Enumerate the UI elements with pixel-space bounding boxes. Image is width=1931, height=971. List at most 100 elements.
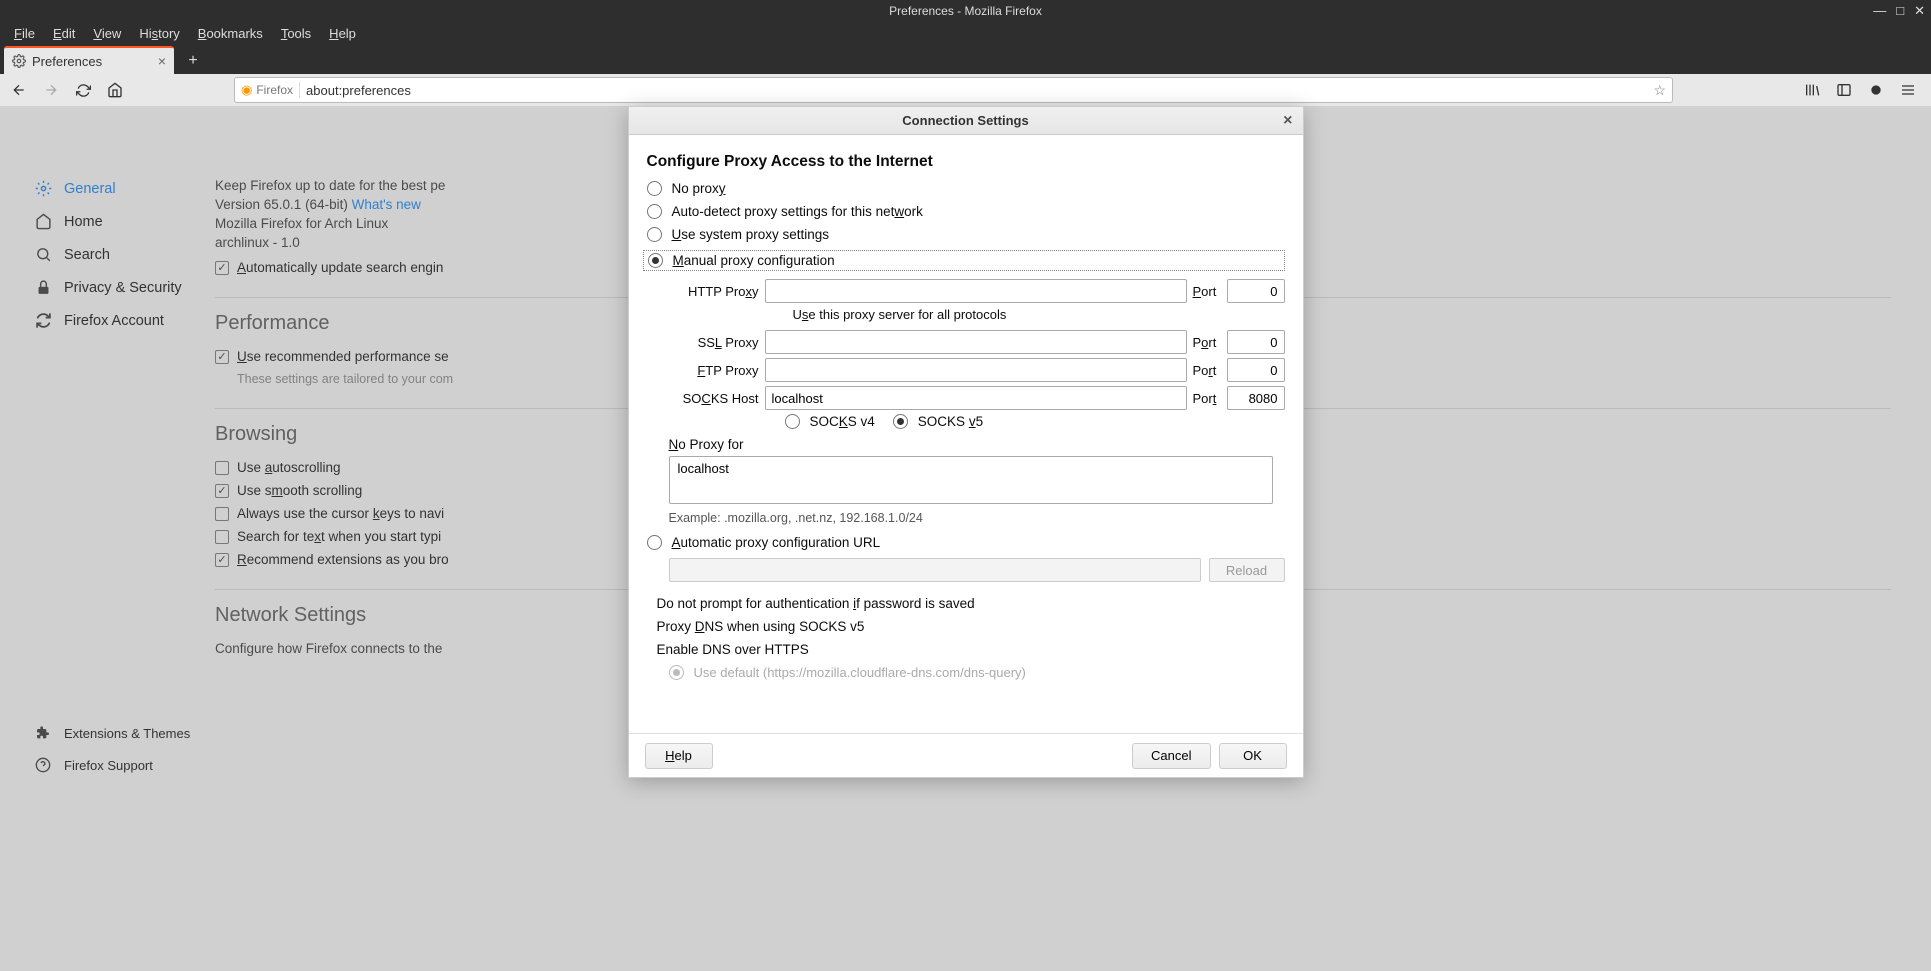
checkbox-enable-doh[interactable]: Enable DNS over HTTPS — [647, 642, 1285, 657]
radio-socks-v5[interactable]: SOCKS v5 — [893, 414, 983, 429]
menu-tools[interactable]: Tools — [273, 24, 319, 43]
window-title: Preferences - Mozilla Firefox — [889, 4, 1042, 18]
menu-bar: File Edit View History Bookmarks Tools H… — [0, 22, 1931, 44]
checkbox-label: Do not prompt for authentication if pass… — [657, 596, 975, 611]
connection-settings-dialog: Connection Settings × Configure Proxy Ac… — [628, 106, 1304, 778]
radio-icon — [893, 414, 908, 429]
radio-label: Use system proxy settings — [672, 227, 830, 242]
ftp-proxy-input[interactable] — [765, 358, 1187, 382]
ssl-proxy-label: SSL Proxy — [669, 335, 759, 350]
checkbox-label: Enable DNS over HTTPS — [657, 642, 809, 657]
checkbox-no-prompt-auth[interactable]: Do not prompt for authentication if pass… — [647, 596, 1285, 611]
tab-preferences[interactable]: Preferences × — [4, 46, 174, 74]
firefox-icon: ◉ — [241, 82, 252, 98]
radio-use-system[interactable]: Use system proxy settings — [647, 227, 1285, 242]
ftp-port-input[interactable] — [1227, 358, 1285, 382]
proxy-config-grid: HTTP Proxy Port Use this proxy server fo… — [669, 279, 1285, 429]
sidebar-button[interactable] — [1831, 77, 1857, 103]
menu-view[interactable]: View — [85, 24, 129, 43]
radio-label: SOCKS v5 — [918, 414, 983, 429]
library-button[interactable] — [1799, 77, 1825, 103]
port-label: Port — [1193, 284, 1221, 299]
dialog-heading: Configure Proxy Access to the Internet — [647, 153, 1285, 171]
no-proxy-example: Example: .mozilla.org, .net.nz, 192.168.… — [669, 511, 1285, 525]
help-button[interactable]: Help — [645, 743, 713, 769]
dialog-title: Connection Settings — [902, 113, 1028, 128]
url-bar[interactable]: ◉ Firefox about:preferences ☆ — [234, 77, 1673, 103]
socks-host-label: SOCKS Host — [669, 391, 759, 406]
url-text: about:preferences — [306, 83, 1647, 98]
back-button[interactable] — [6, 77, 32, 103]
checkbox-label: Use this proxy server for all protocols — [793, 307, 1007, 322]
http-proxy-input[interactable] — [765, 279, 1187, 303]
radio-icon — [648, 253, 663, 268]
socks-port-input[interactable] — [1227, 386, 1285, 410]
radio-auto-detect[interactable]: Auto-detect proxy settings for this netw… — [647, 204, 1285, 219]
dialog-close-button[interactable]: × — [1283, 112, 1292, 130]
radio-icon — [647, 181, 662, 196]
tab-title: Preferences — [32, 54, 102, 69]
dialog-header: Connection Settings × — [629, 107, 1303, 135]
radio-pac-url[interactable]: Automatic proxy configuration URL — [647, 535, 1285, 550]
socks-host-input[interactable] — [765, 386, 1187, 410]
radio-icon — [669, 665, 684, 680]
addon-button[interactable] — [1863, 77, 1889, 103]
port-label: Port — [1193, 363, 1221, 378]
radio-label: SOCKS v4 — [810, 414, 875, 429]
dialog-body: Configure Proxy Access to the Internet N… — [629, 135, 1303, 733]
radio-label: Use default (https://mozilla.cloudflare-… — [694, 665, 1026, 680]
no-proxy-section: No Proxy for localhost Example: .mozilla… — [647, 437, 1285, 525]
radio-no-proxy[interactable]: No proxy — [647, 181, 1285, 196]
dialog-footer: Help Cancel OK — [629, 733, 1303, 777]
gear-icon — [12, 54, 26, 68]
pac-url-input — [669, 558, 1201, 582]
radio-manual-proxy[interactable]: Manual proxy configuration — [643, 250, 1285, 271]
http-proxy-label: HTTP Proxy — [669, 284, 759, 299]
close-window-button[interactable]: ✕ — [1914, 3, 1925, 19]
checkbox-label: Proxy DNS when using SOCKS v5 — [657, 619, 865, 634]
menu-file[interactable]: File — [6, 24, 43, 43]
ftp-proxy-label: FTP Proxy — [669, 363, 759, 378]
reload-button[interactable] — [70, 77, 96, 103]
radio-label: Manual proxy configuration — [673, 253, 835, 268]
port-label: Port — [1193, 335, 1221, 350]
forward-button[interactable] — [38, 77, 64, 103]
reload-button: Reload — [1209, 558, 1285, 582]
cancel-button[interactable]: Cancel — [1132, 743, 1210, 769]
radio-label: No proxy — [672, 181, 726, 196]
tab-close-button[interactable]: × — [158, 53, 166, 69]
http-port-input[interactable] — [1227, 279, 1285, 303]
app-menu-button[interactable] — [1895, 77, 1921, 103]
radio-doh-default: Use default (https://mozilla.cloudflare-… — [669, 665, 1285, 680]
new-tab-button[interactable]: + — [180, 48, 206, 74]
ok-button[interactable]: OK — [1219, 743, 1287, 769]
radio-icon — [647, 227, 662, 242]
tab-strip: Preferences × + — [0, 44, 1931, 74]
window-controls: — □ ✕ — [1873, 3, 1925, 19]
bookmark-star-icon[interactable]: ☆ — [1653, 82, 1666, 99]
checkbox-proxy-dns[interactable]: Proxy DNS when using SOCKS v5 — [647, 619, 1285, 634]
radio-icon — [647, 204, 662, 219]
radio-label: Automatic proxy configuration URL — [672, 535, 881, 550]
checkbox-use-for-all[interactable]: Use this proxy server for all protocols — [785, 307, 1285, 322]
menu-history[interactable]: History — [131, 24, 187, 43]
menu-edit[interactable]: Edit — [45, 24, 83, 43]
navigation-toolbar: ◉ Firefox about:preferences ☆ — [0, 74, 1931, 106]
maximize-button[interactable]: □ — [1896, 3, 1904, 19]
identity-box[interactable]: ◉ Firefox — [241, 82, 300, 98]
radio-socks-v4[interactable]: SOCKS v4 — [785, 414, 875, 429]
no-proxy-textarea[interactable]: localhost — [669, 456, 1273, 504]
ssl-proxy-input[interactable] — [765, 330, 1187, 354]
minimize-button[interactable]: — — [1873, 3, 1886, 19]
no-proxy-label: No Proxy for — [669, 437, 1285, 452]
identity-label: Firefox — [256, 83, 293, 97]
port-label: Port — [1193, 391, 1221, 406]
window-titlebar: Preferences - Mozilla Firefox — □ ✕ — [0, 0, 1931, 22]
menu-help[interactable]: Help — [321, 24, 364, 43]
radio-label: Auto-detect proxy settings for this netw… — [672, 204, 923, 219]
home-button[interactable] — [102, 77, 128, 103]
radio-icon — [785, 414, 800, 429]
menu-bookmarks[interactable]: Bookmarks — [190, 24, 271, 43]
radio-icon — [647, 535, 662, 550]
ssl-port-input[interactable] — [1227, 330, 1285, 354]
